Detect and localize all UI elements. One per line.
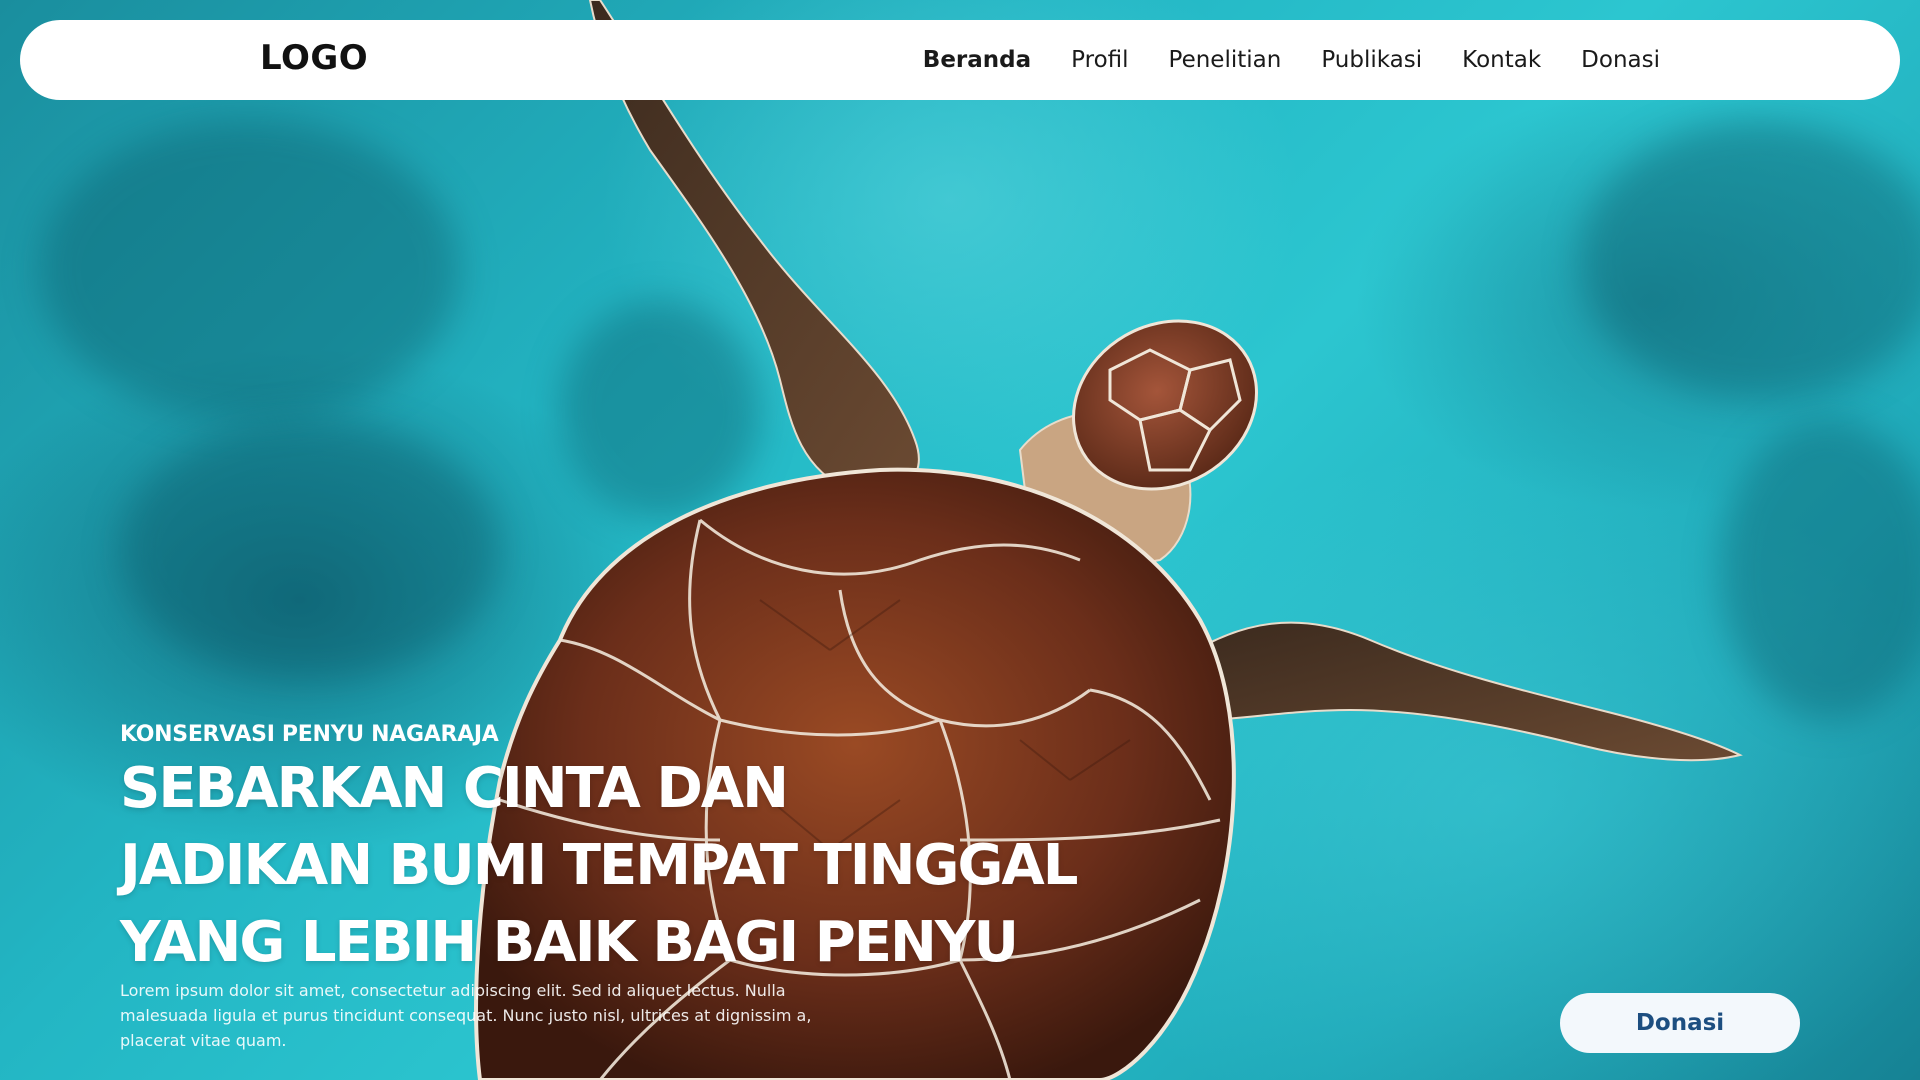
nav-links: Beranda Profil Penelitian Publikasi Kont… (923, 20, 1660, 100)
nav-link-profil[interactable]: Profil (1071, 47, 1128, 73)
headline-line: JADIKAN BUMI TEMPAT TINGGAL (120, 833, 1078, 898)
hero-section: LOGO Beranda Profil Penelitian Publikasi… (0, 0, 1920, 1080)
logo[interactable]: LOGO (260, 38, 368, 78)
hero-eyebrow: KONSERVASI PENYU NAGARAJA (120, 722, 499, 747)
headline-line: SEBARKAN CINTA DAN (120, 756, 789, 821)
nav-link-penelitian[interactable]: Penelitian (1169, 47, 1282, 73)
hero-headline: SEBARKAN CINTA DAN JADIKAN BUMI TEMPAT T… (120, 750, 1120, 981)
hero-description: Lorem ipsum dolor sit amet, consectetur … (120, 981, 812, 1050)
nav-link-kontak[interactable]: Kontak (1462, 47, 1541, 73)
nav-link-publikasi[interactable]: Publikasi (1321, 47, 1422, 73)
nav-link-beranda[interactable]: Beranda (923, 47, 1031, 73)
donate-button[interactable]: Donasi (1560, 993, 1800, 1053)
nav-link-donasi[interactable]: Donasi (1581, 47, 1660, 73)
navbar: LOGO Beranda Profil Penelitian Publikasi… (20, 20, 1900, 100)
headline-line: YANG LEBIH BAIK BAGI PENYU (120, 910, 1019, 975)
